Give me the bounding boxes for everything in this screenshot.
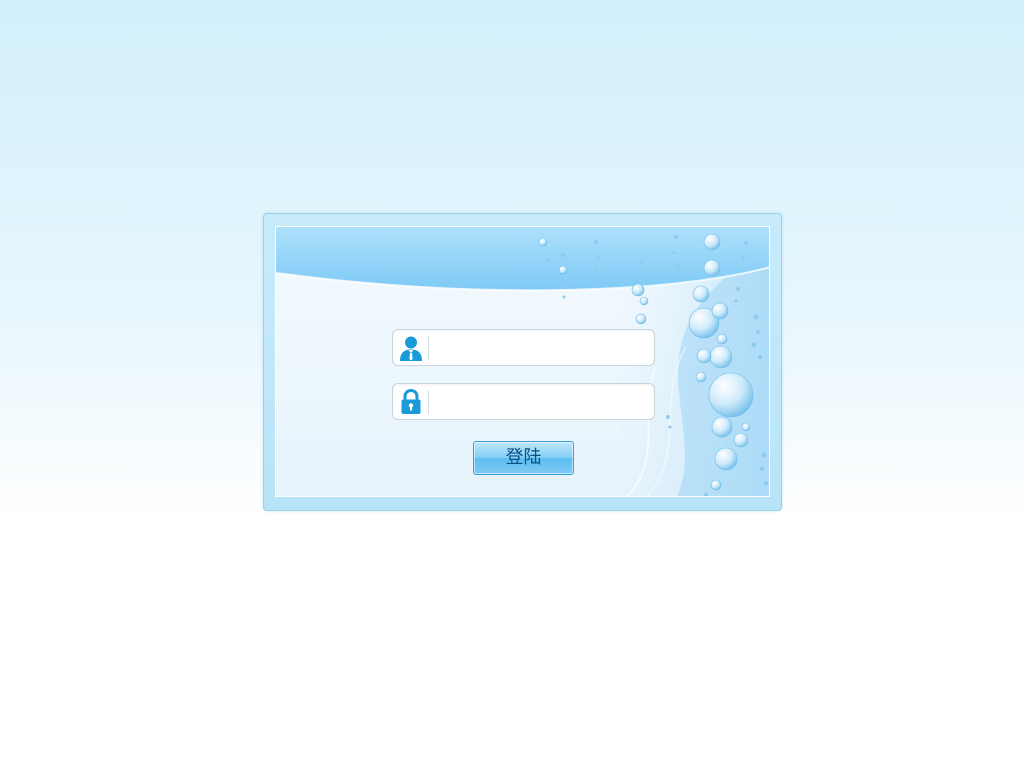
field-divider xyxy=(428,336,429,360)
field-divider xyxy=(428,390,429,414)
login-panel: 登陆 xyxy=(263,213,782,511)
user-icon xyxy=(400,336,422,361)
username-field xyxy=(392,329,655,366)
password-field xyxy=(392,383,655,420)
password-input[interactable] xyxy=(433,388,647,415)
username-input[interactable] xyxy=(433,334,647,361)
login-card: 登陆 xyxy=(275,226,770,497)
login-button[interactable]: 登陆 xyxy=(473,441,574,475)
lock-icon xyxy=(401,389,421,414)
